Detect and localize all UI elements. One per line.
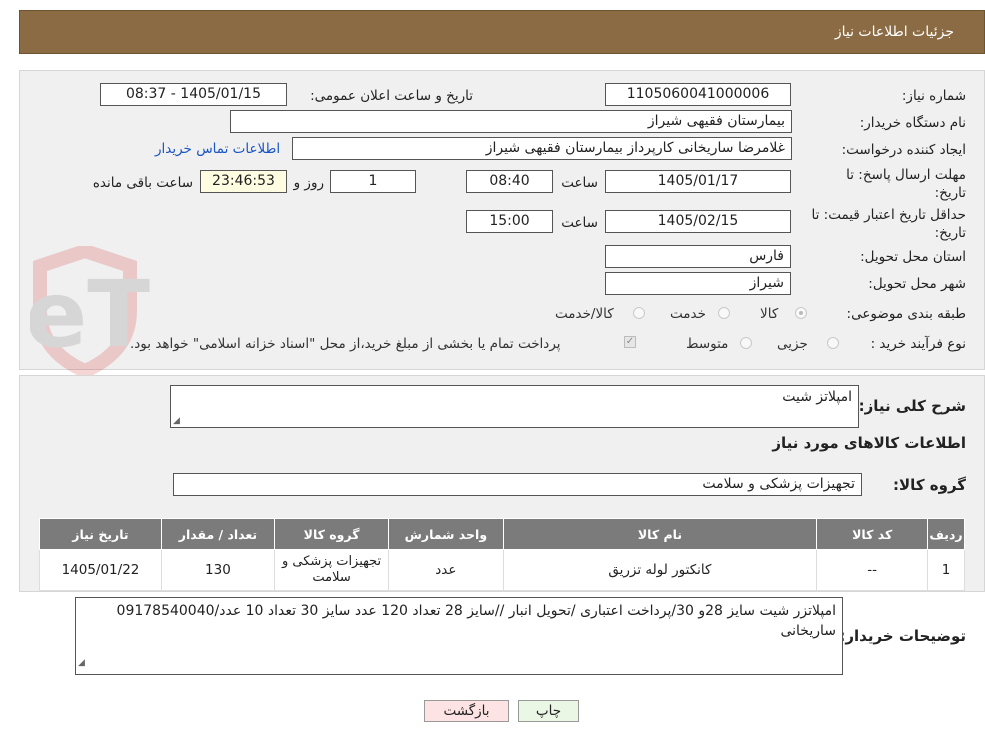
resize-grip-icon[interactable]: ◢ bbox=[173, 416, 180, 426]
desc-value: امپلاتز شیت bbox=[782, 389, 852, 405]
print-button[interactable]: چاپ bbox=[518, 700, 579, 722]
category-label: طبقه بندی موضوعی: bbox=[846, 306, 966, 322]
table-header-row: ردیف کد کالا نام کالا واحد شمارش گروه کا… bbox=[39, 518, 965, 550]
remaining-time-field: 23:46:53 bbox=[200, 170, 287, 193]
buyer-contact-link[interactable]: اطلاعات تماس خریدار bbox=[155, 141, 280, 157]
validity-hour-label: ساعت bbox=[561, 215, 598, 231]
category-option-service: خدمت bbox=[670, 306, 706, 322]
payment-note: پرداخت تمام یا بخشی از مبلغ خرید،از محل … bbox=[130, 336, 561, 352]
group-label: گروه کالا: bbox=[893, 476, 966, 494]
process-option-medium: متوسط bbox=[686, 336, 729, 352]
days-field: 1 bbox=[330, 170, 416, 193]
ariatender-watermark: AriaTender.neT bbox=[30, 246, 150, 376]
process-radio-minor[interactable] bbox=[827, 337, 839, 349]
announce-datetime-field: 1405/01/15 - 08:37 bbox=[100, 83, 287, 106]
col-unit-header: واحد شمارش bbox=[388, 518, 504, 550]
resize-grip-icon[interactable]: ◢ bbox=[78, 653, 85, 673]
desc-textarea[interactable]: امپلاتز شیت ◢ bbox=[170, 385, 859, 428]
items-table: ردیف کد کالا نام کالا واحد شمارش گروه کا… bbox=[39, 518, 965, 591]
cell-date: 1405/01/22 bbox=[39, 549, 162, 591]
back-button[interactable]: بازگشت bbox=[424, 700, 509, 722]
col-date-header: تاریخ نیاز bbox=[39, 518, 162, 550]
col-code-header: کد کالا bbox=[816, 518, 929, 550]
category-option-goods: کالا bbox=[760, 306, 779, 322]
validity-time-field: 15:00 bbox=[466, 210, 553, 233]
province-label: استان محل تحویل: bbox=[860, 249, 966, 265]
col-name-header: نام کالا bbox=[502, 518, 818, 550]
cell-row: 1 bbox=[927, 549, 965, 591]
province-field: فارس bbox=[605, 245, 791, 268]
notes-textarea[interactable]: امپلاتزر شیت سایز 28و 30/پرداخت اعتباری … bbox=[75, 597, 843, 675]
cell-qty: 130 bbox=[160, 549, 275, 591]
cell-group: تجهیزات پزشکی و سلامت bbox=[273, 549, 390, 591]
remaining-label: ساعت باقی مانده bbox=[92, 175, 193, 191]
page-header: جزئیات اطلاعات نیاز bbox=[19, 10, 985, 54]
buyer-field: بیمارستان فقیهی شیراز bbox=[230, 110, 792, 133]
need-number-label: شماره نیاز: bbox=[901, 88, 966, 104]
deadline-time-field: 08:40 bbox=[466, 170, 553, 193]
col-group-header: گروه کالا bbox=[273, 518, 390, 550]
items-title: اطلاعات کالاهای مورد نیاز bbox=[772, 434, 966, 452]
validity-label: حداقل تاریخ اعتبار قیمت: تا تاریخ: bbox=[811, 207, 966, 241]
days-label: روز و bbox=[293, 175, 324, 191]
desc-label: شرح کلی نیاز: bbox=[858, 397, 966, 415]
deadline-date-field: 1405/01/17 bbox=[605, 170, 791, 193]
group-field: تجهیزات پزشکی و سلامت bbox=[173, 473, 862, 496]
page-title: جزئیات اطلاعات نیاز bbox=[834, 24, 954, 40]
process-radio-medium[interactable] bbox=[740, 337, 752, 349]
cell-unit: عدد bbox=[388, 549, 504, 591]
buyer-label: نام دستگاه خریدار: bbox=[859, 115, 966, 131]
category-radio-service[interactable] bbox=[718, 307, 730, 319]
process-option-minor: جزیی bbox=[777, 336, 808, 352]
category-option-goods-service: کالا/خدمت bbox=[555, 306, 614, 322]
deadline-label: مهلت ارسال پاسخ: تا تاریخ: bbox=[846, 167, 966, 201]
city-label: شهر محل تحویل: bbox=[868, 276, 966, 292]
cell-name: کانکتور لوله تزریق bbox=[502, 549, 818, 591]
city-field: شیراز bbox=[605, 272, 791, 295]
creator-field: غلامرضا ساریخانی کارپرداز بیمارستان فقیه… bbox=[292, 137, 792, 160]
process-label: نوع فرآیند خرید : bbox=[870, 336, 966, 352]
table-row: 1 -- کانکتور لوله تزریق عدد تجهیزات پزشک… bbox=[39, 549, 965, 591]
deadline-hour-label: ساعت bbox=[561, 175, 598, 191]
notes-label: توضیحات خریدار: bbox=[839, 627, 966, 645]
announce-label: تاریخ و ساعت اعلان عمومی: bbox=[310, 88, 473, 104]
creator-label: ایجاد کننده درخواست: bbox=[841, 142, 966, 158]
notes-value: امپلاتزر شیت سایز 28و 30/پرداخت اعتباری … bbox=[116, 603, 836, 639]
category-radio-goods[interactable] bbox=[795, 307, 807, 319]
col-row-header: ردیف bbox=[927, 518, 965, 550]
cell-code: -- bbox=[816, 549, 929, 591]
validity-date-field: 1405/02/15 bbox=[605, 210, 791, 233]
category-radio-goods-service[interactable] bbox=[633, 307, 645, 319]
col-qty-header: تعداد / مقدار bbox=[160, 518, 275, 550]
treasury-checkbox[interactable]: ✓ bbox=[624, 336, 636, 348]
need-number-field: 1105060041000006 bbox=[605, 83, 791, 106]
